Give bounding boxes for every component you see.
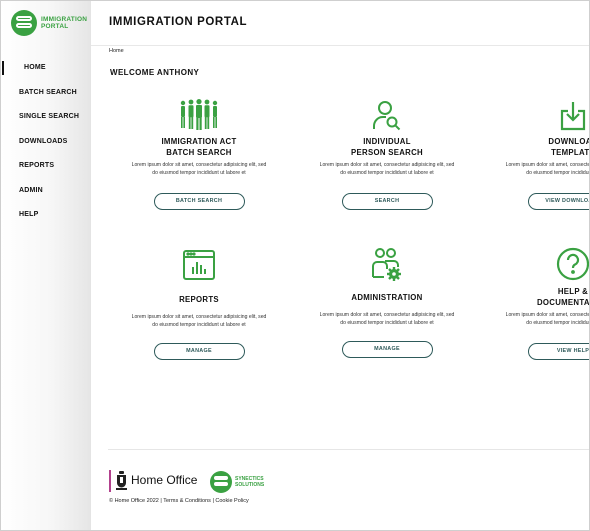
home-office-accent-bar xyxy=(109,470,111,492)
synectics-mark-icon xyxy=(210,471,232,493)
sidebar-item-reports[interactable]: REPORTS xyxy=(1,154,91,179)
sidebar-item-home[interactable]: HOME xyxy=(1,56,91,81)
card-title: REPORTS xyxy=(179,295,219,304)
card-description: Lorem ipsum dolor sit amet, consectetur … xyxy=(505,162,590,176)
footer-divider xyxy=(108,449,589,450)
sidebar-item-help[interactable]: HELP xyxy=(1,203,91,228)
view-downloads-button[interactable]: VIEW DOWNLOADS xyxy=(527,193,589,210)
cookie-policy-link[interactable]: Cookie Policy xyxy=(215,498,248,504)
sidebar-nav: HOME BATCH SEARCH SINGLE SEARCH DOWNLOAD… xyxy=(1,56,91,228)
card-person-search: INDIVIDUAL PERSON SEARCH Lorem ipsum dolo… xyxy=(307,95,467,210)
card-description: Lorem ipsum dolor sit amet, consectetur … xyxy=(319,162,455,176)
card-description: Lorem ipsum dolor sit amet, consectetur … xyxy=(505,312,590,326)
card-help: HELP &DOCUMENTATION Lorem ipsum dolor si… xyxy=(493,245,590,360)
batch-search-button[interactable]: BATCH SEARCH xyxy=(153,193,245,210)
card-administration: ADMINISTRATION Lorem ipsum dolor sit ame… xyxy=(307,245,467,358)
home-office-logo-text: Home Office xyxy=(131,473,198,487)
copyright-text: © Home Office 2022 xyxy=(109,498,159,504)
synectics-logo-text: SYNECTICS SOLUTIONS xyxy=(235,476,265,488)
people-group-icon xyxy=(119,95,279,131)
card-title: DOWNLOADTEMPLATE xyxy=(548,137,590,157)
card-download-template: DOWNLOADTEMPLATE Lorem ipsum dolor sit a… xyxy=(493,95,590,210)
terms-link[interactable]: Terms & Conditions xyxy=(163,498,211,504)
card-title: INDIVIDUAL PERSON SEARCH xyxy=(351,137,423,157)
sidebar-item-downloads[interactable]: DOWNLOADS xyxy=(1,130,91,155)
app-logo[interactable]: IMMIGRATION PORTAL xyxy=(11,10,87,36)
footer-links: © Home Office 2022 | Terms & Conditions … xyxy=(109,498,249,504)
welcome-heading: WELCOME ANTHONY xyxy=(110,68,200,77)
breadcrumb[interactable]: Home xyxy=(109,48,124,54)
card-reports: REPORTS Lorem ipsum dolor sit amet, cons… xyxy=(119,245,279,360)
header-divider xyxy=(91,45,589,46)
card-title: IMMIGRATION ACT BATCH SEARCH xyxy=(161,137,237,157)
manage-admin-button[interactable]: MANAGE xyxy=(341,340,433,358)
sidebar-item-admin[interactable]: ADMIN xyxy=(1,179,91,204)
sidebar-item-batch-search[interactable]: BATCH SEARCH xyxy=(1,81,91,106)
card-description: Lorem ipsum dolor sit amet, consectetur … xyxy=(131,313,267,328)
view-help-button[interactable]: VIEW HELP xyxy=(527,343,589,360)
person-search-icon xyxy=(307,95,467,131)
footer-separator: | xyxy=(160,498,162,504)
help-question-icon xyxy=(493,245,589,281)
admin-users-gear-icon xyxy=(307,245,467,281)
synectics-logo: SYNECTICS SOLUTIONS xyxy=(210,471,264,493)
card-title: ADMINISTRATION xyxy=(351,293,423,302)
footer-separator: | xyxy=(212,498,214,504)
sidebar: IMMIGRATION PORTAL HOME BATCH SEARCH SIN… xyxy=(1,1,91,530)
app-window: IMMIGRATION PORTAL HOME BATCH SEARCH SIN… xyxy=(0,0,590,531)
card-title: HELP &DOCUMENTATION xyxy=(536,287,590,307)
search-button[interactable]: SEARCH xyxy=(341,193,433,210)
logo-mark-icon xyxy=(11,10,37,36)
sidebar-item-single-search[interactable]: SINGLE SEARCH xyxy=(1,105,91,130)
royal-crest-icon xyxy=(115,471,128,496)
logo-text: IMMIGRATION PORTAL xyxy=(41,16,88,30)
card-description: Lorem ipsum dolor sit amet, consectetur … xyxy=(131,162,267,176)
report-chart-icon xyxy=(119,245,279,281)
page-title: IMMIGRATION PORTAL xyxy=(109,16,248,28)
card-description: Lorem ipsum dolor sit amet, consectetur … xyxy=(319,311,455,326)
download-icon xyxy=(493,95,589,131)
manage-reports-button[interactable]: MANAGE xyxy=(153,342,245,360)
card-batch-search: IMMIGRATION ACT BATCH SEARCH Lorem ipsum … xyxy=(119,95,279,210)
